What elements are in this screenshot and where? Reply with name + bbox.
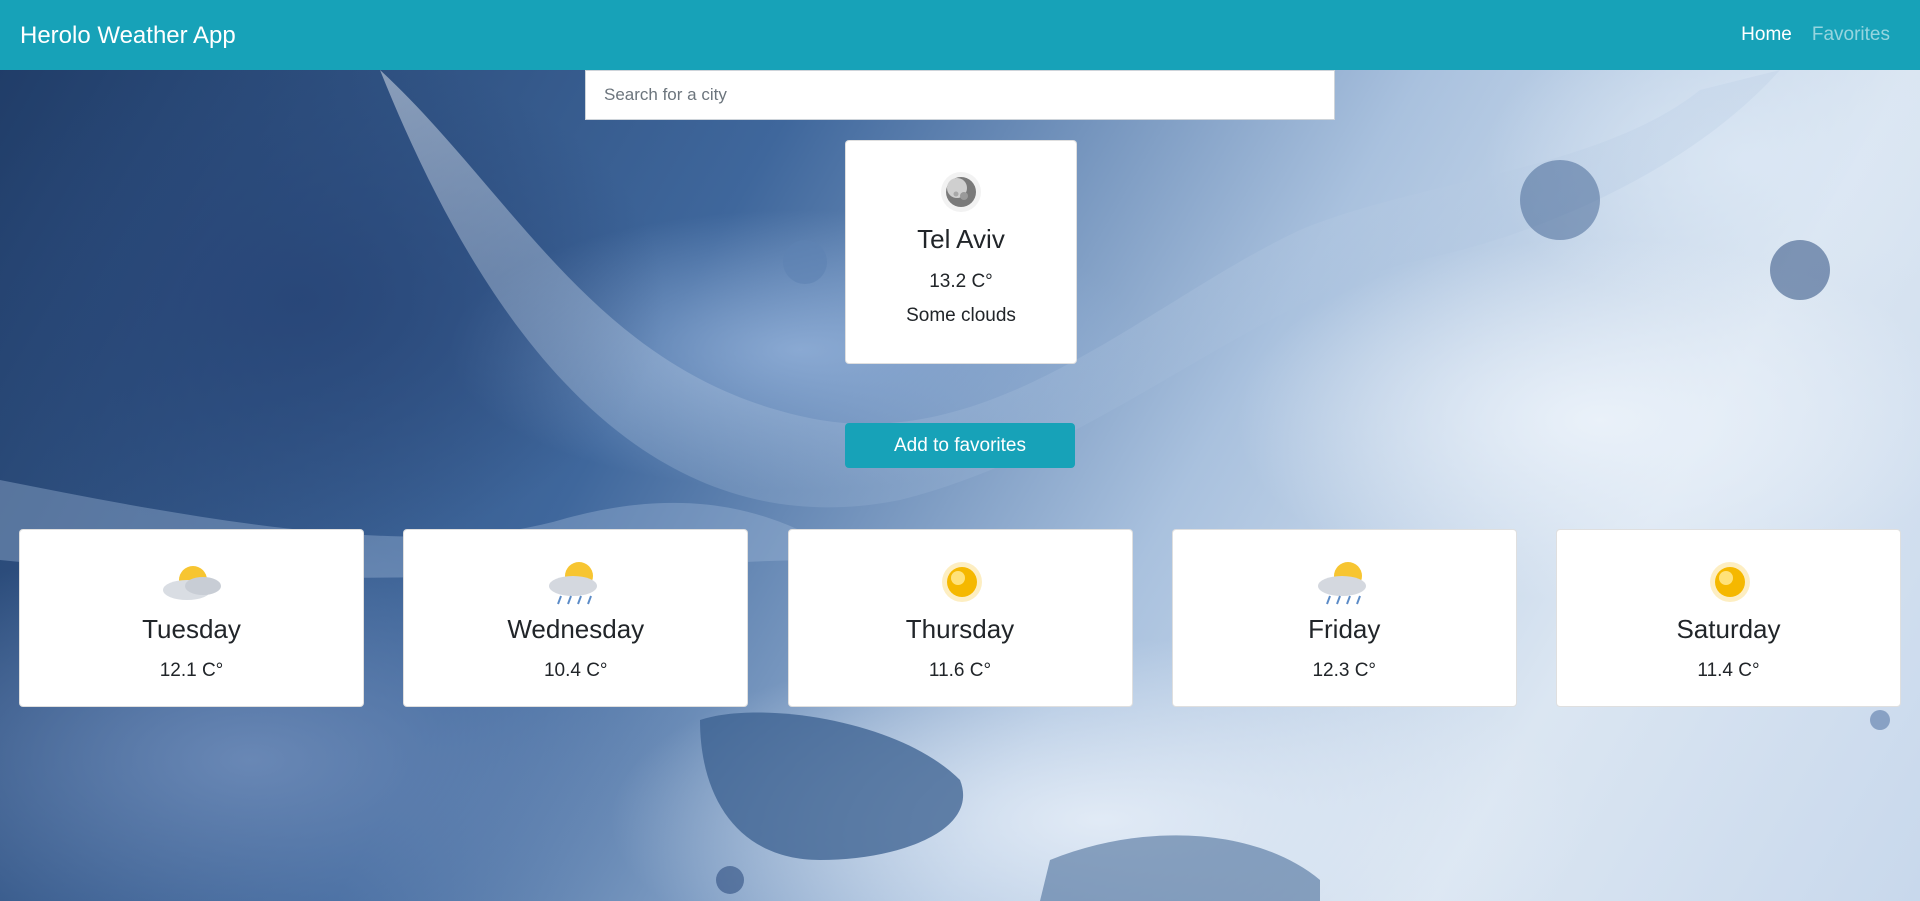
forecast-temperature: 10.4 C° [543, 660, 608, 681]
current-temperature: 13.2 C° [929, 271, 993, 292]
forecast-temperature: 11.4 C° [1697, 660, 1760, 681]
partly-sunny-icon [157, 558, 229, 613]
nav-link-home[interactable]: Home [1741, 24, 1792, 46]
forecast-card-tuesday: Tuesday 12.1 C° [19, 529, 364, 707]
sun-icon [1694, 558, 1766, 613]
forecast-day: Wednesday [507, 614, 645, 644]
current-weather-card: Tel Aviv 13.2 C° Some clouds [845, 140, 1077, 364]
top-navbar: Herolo Weather App Home Favorites [0, 0, 1920, 70]
sun-rain-icon [541, 558, 613, 613]
forecast-day: Friday [1308, 614, 1381, 644]
city-search-input[interactable] [585, 70, 1335, 120]
forecast-card-wednesday: Wednesday 10.4 C° [403, 529, 749, 707]
current-condition: Some clouds [906, 305, 1016, 326]
forecast-day: Saturday [1676, 614, 1781, 644]
forecast-day: Tuesday [142, 614, 241, 644]
current-city-name: Tel Aviv [917, 224, 1005, 254]
forecast-temperature: 11.6 C° [928, 660, 992, 681]
forecast-temperature: 12.3 C° [1312, 660, 1377, 681]
forecast-card-thursday: Thursday 11.6 C° [787, 529, 1133, 707]
five-day-forecast: Tuesday 12.1 C° Wednesday 10.4 C° Thursd… [19, 529, 1901, 707]
forecast-card-saturday: Saturday 11.4 C° [1556, 529, 1901, 707]
nav-links: Home Favorites [1721, 0, 1890, 70]
moon-icon [938, 169, 984, 220]
sun-rain-icon [1310, 558, 1382, 613]
forecast-card-friday: Friday 12.3 C° [1171, 529, 1517, 707]
app-brand[interactable]: Herolo Weather App [20, 0, 236, 72]
forecast-temperature: 12.1 C° [159, 660, 224, 681]
forecast-day: Thursday [905, 614, 1015, 644]
nav-link-favorites[interactable]: Favorites [1812, 24, 1890, 46]
add-to-favorites-button[interactable]: Add to favorites [845, 423, 1075, 468]
sun-icon [926, 558, 998, 613]
